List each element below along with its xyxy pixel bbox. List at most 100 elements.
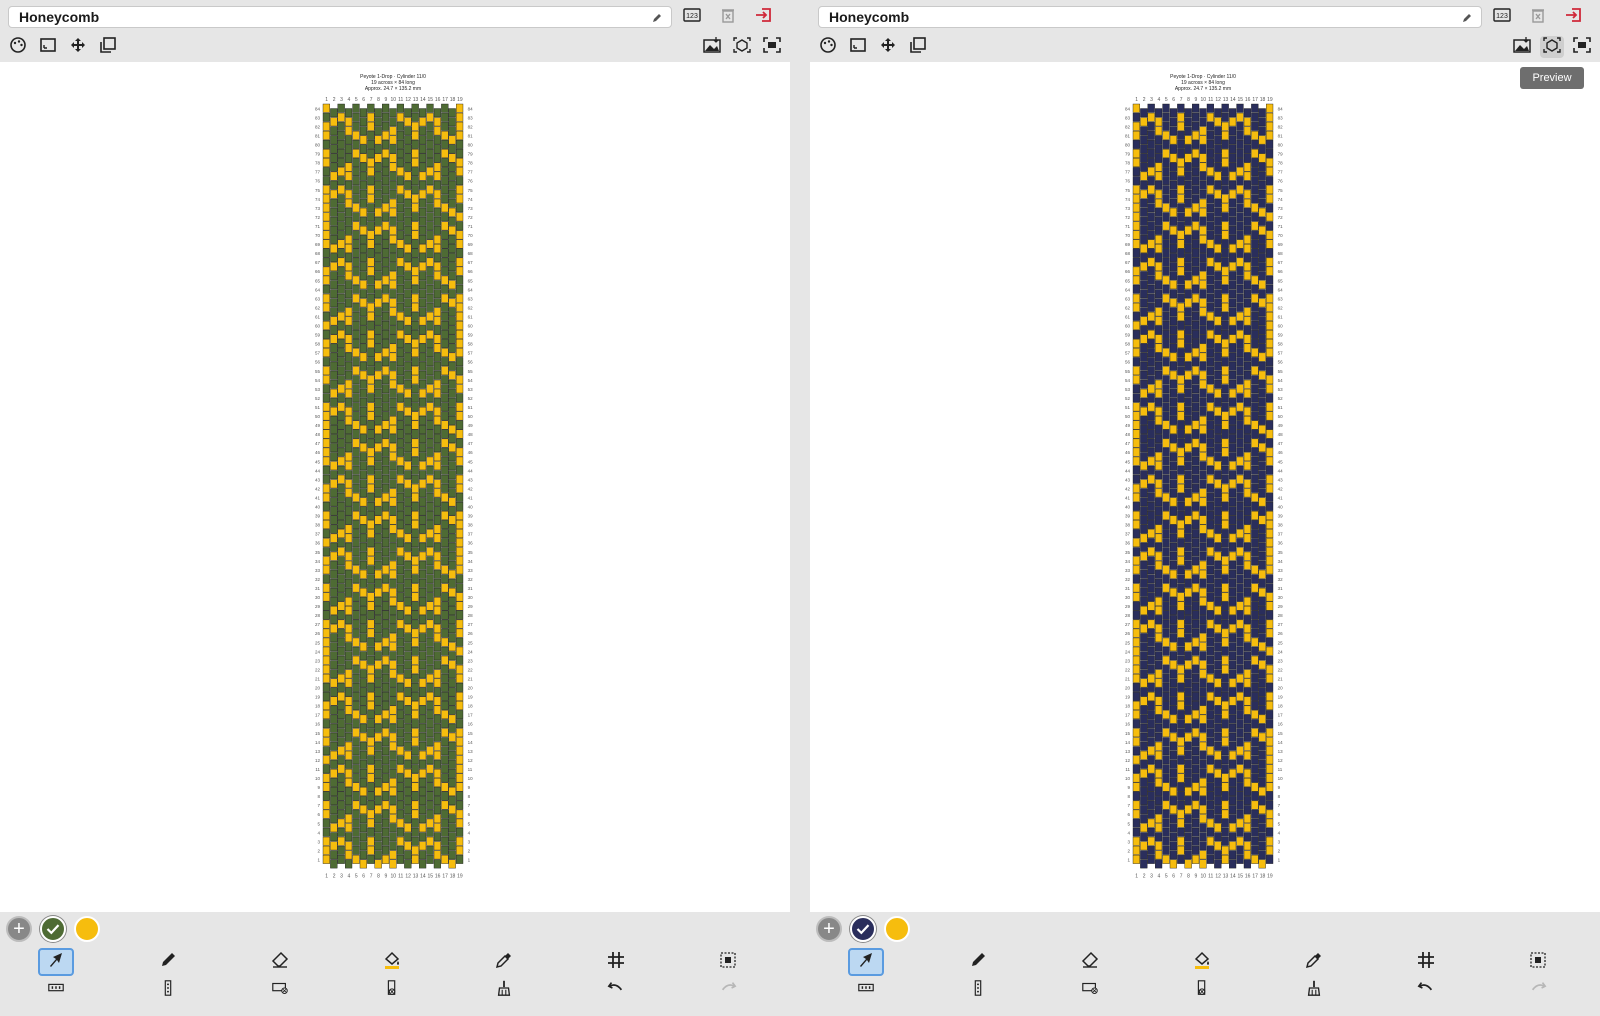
redo-tool[interactable] bbox=[710, 976, 746, 1004]
bead bbox=[1132, 737, 1141, 747]
pencil-tool[interactable] bbox=[960, 948, 996, 976]
bead bbox=[1199, 289, 1207, 299]
eraser-tool[interactable] bbox=[262, 948, 298, 976]
bead bbox=[1199, 207, 1207, 217]
select-arrow-tool[interactable] bbox=[848, 948, 884, 976]
export-image-button[interactable] bbox=[1510, 36, 1534, 58]
preview-3d-button[interactable] bbox=[730, 36, 754, 58]
export-image-button[interactable] bbox=[700, 36, 724, 58]
grid-tool[interactable] bbox=[598, 948, 634, 976]
bead bbox=[456, 357, 464, 367]
selection-box-tool[interactable] bbox=[710, 948, 746, 976]
delete-row-tool[interactable] bbox=[262, 976, 298, 1004]
layers-button[interactable] bbox=[96, 36, 120, 58]
row-number: 59 bbox=[315, 333, 321, 338]
color-swatch[interactable] bbox=[884, 916, 910, 942]
eraser-tool[interactable] bbox=[1072, 948, 1108, 976]
bead bbox=[1132, 483, 1141, 493]
row-number: 83 bbox=[1278, 115, 1284, 120]
exit-button[interactable] bbox=[1562, 6, 1586, 28]
bead bbox=[1214, 796, 1222, 805]
delete-row-tool[interactable] bbox=[1072, 976, 1108, 1004]
row-number: 54 bbox=[315, 378, 321, 383]
column-insert-tool[interactable] bbox=[150, 976, 186, 1004]
selection-box-tool[interactable] bbox=[1520, 948, 1556, 976]
column-number: 1 bbox=[325, 874, 328, 880]
bead bbox=[330, 198, 338, 208]
redo-tool[interactable] bbox=[1520, 976, 1556, 1004]
edit-icon[interactable] bbox=[1461, 11, 1473, 23]
bead bbox=[1206, 646, 1215, 656]
add-color-button[interactable]: + bbox=[6, 916, 32, 942]
fill-bucket-tool[interactable] bbox=[374, 948, 410, 976]
bead-grid[interactable]: 1122334455667788991010111112121313141415… bbox=[810, 62, 1600, 912]
color-swatch[interactable] bbox=[40, 916, 66, 942]
delete-column-tool[interactable] bbox=[1184, 976, 1220, 1004]
move-button[interactable] bbox=[66, 36, 90, 58]
numbering-button[interactable]: 123 bbox=[1490, 6, 1514, 28]
undo-tool[interactable] bbox=[598, 976, 634, 1004]
bead bbox=[1258, 470, 1266, 480]
delete-button[interactable] bbox=[716, 6, 740, 28]
pattern-title-field[interactable]: Honeycomb bbox=[8, 6, 672, 28]
bead bbox=[456, 818, 464, 828]
move-icon bbox=[68, 36, 88, 59]
resize-button[interactable] bbox=[846, 36, 870, 58]
pattern-canvas[interactable]: Peyote 1-Drop · Cylinder 11/0 19 across ×… bbox=[0, 62, 790, 912]
fit-screen-button[interactable] bbox=[1570, 36, 1594, 58]
bead bbox=[1266, 221, 1274, 231]
bead bbox=[1199, 253, 1207, 262]
fit-screen-button[interactable] bbox=[760, 36, 784, 58]
row-number: 82 bbox=[1125, 124, 1131, 129]
eyedropper-tool[interactable] bbox=[1296, 948, 1332, 976]
bead bbox=[1258, 406, 1266, 416]
bead bbox=[1206, 701, 1215, 710]
bead bbox=[404, 741, 412, 751]
bead bbox=[426, 619, 434, 629]
undo-tool[interactable] bbox=[1408, 976, 1444, 1004]
bead bbox=[1266, 139, 1274, 149]
broom-tool[interactable] bbox=[486, 976, 522, 1004]
exit-button[interactable] bbox=[752, 6, 776, 28]
bead bbox=[1162, 746, 1170, 756]
eyedropper-tool[interactable] bbox=[486, 948, 522, 976]
color-swatch[interactable] bbox=[850, 916, 876, 942]
bead bbox=[367, 266, 375, 276]
edit-icon[interactable] bbox=[651, 11, 663, 23]
bead bbox=[1229, 479, 1237, 489]
row-insert-tool[interactable] bbox=[38, 976, 74, 1004]
column-insert-tool[interactable] bbox=[960, 976, 996, 1004]
bead-grid[interactable]: 1122334455667788991010111112121313141415… bbox=[0, 62, 790, 912]
bead bbox=[345, 425, 353, 434]
bead bbox=[1258, 569, 1266, 579]
delete-column-tool[interactable] bbox=[374, 976, 410, 1004]
add-color-button[interactable]: + bbox=[816, 916, 842, 942]
broom-tool[interactable] bbox=[1296, 976, 1332, 1004]
delete-button[interactable] bbox=[1526, 6, 1550, 28]
numbering-button[interactable]: 123 bbox=[680, 6, 704, 28]
column-number: 2 bbox=[1143, 97, 1146, 103]
pencil-tool[interactable] bbox=[150, 948, 186, 976]
pattern-canvas[interactable]: Peyote 1-Drop · Cylinder 11/0 19 across ×… bbox=[810, 62, 1600, 912]
resize-button[interactable] bbox=[36, 36, 60, 58]
grid-tool[interactable] bbox=[1408, 948, 1444, 976]
row-insert-tool[interactable] bbox=[848, 976, 884, 1004]
bead bbox=[322, 474, 331, 484]
layers-button[interactable] bbox=[906, 36, 930, 58]
bead bbox=[441, 420, 449, 430]
bead bbox=[337, 447, 345, 457]
bead bbox=[1192, 755, 1200, 765]
bead bbox=[1169, 696, 1178, 706]
bead bbox=[1132, 330, 1141, 339]
bead bbox=[330, 352, 338, 362]
move-button[interactable] bbox=[876, 36, 900, 58]
pattern-title-field[interactable]: Honeycomb bbox=[818, 6, 1482, 28]
fill-bucket-tool[interactable] bbox=[1184, 948, 1220, 976]
bead bbox=[1221, 447, 1229, 457]
color-swatch[interactable] bbox=[74, 916, 100, 942]
select-arrow-tool[interactable] bbox=[38, 948, 74, 976]
preview-3d-button[interactable] bbox=[1540, 36, 1564, 58]
bead bbox=[1266, 673, 1274, 683]
palette-button[interactable] bbox=[6, 36, 30, 58]
palette-button[interactable] bbox=[816, 36, 840, 58]
